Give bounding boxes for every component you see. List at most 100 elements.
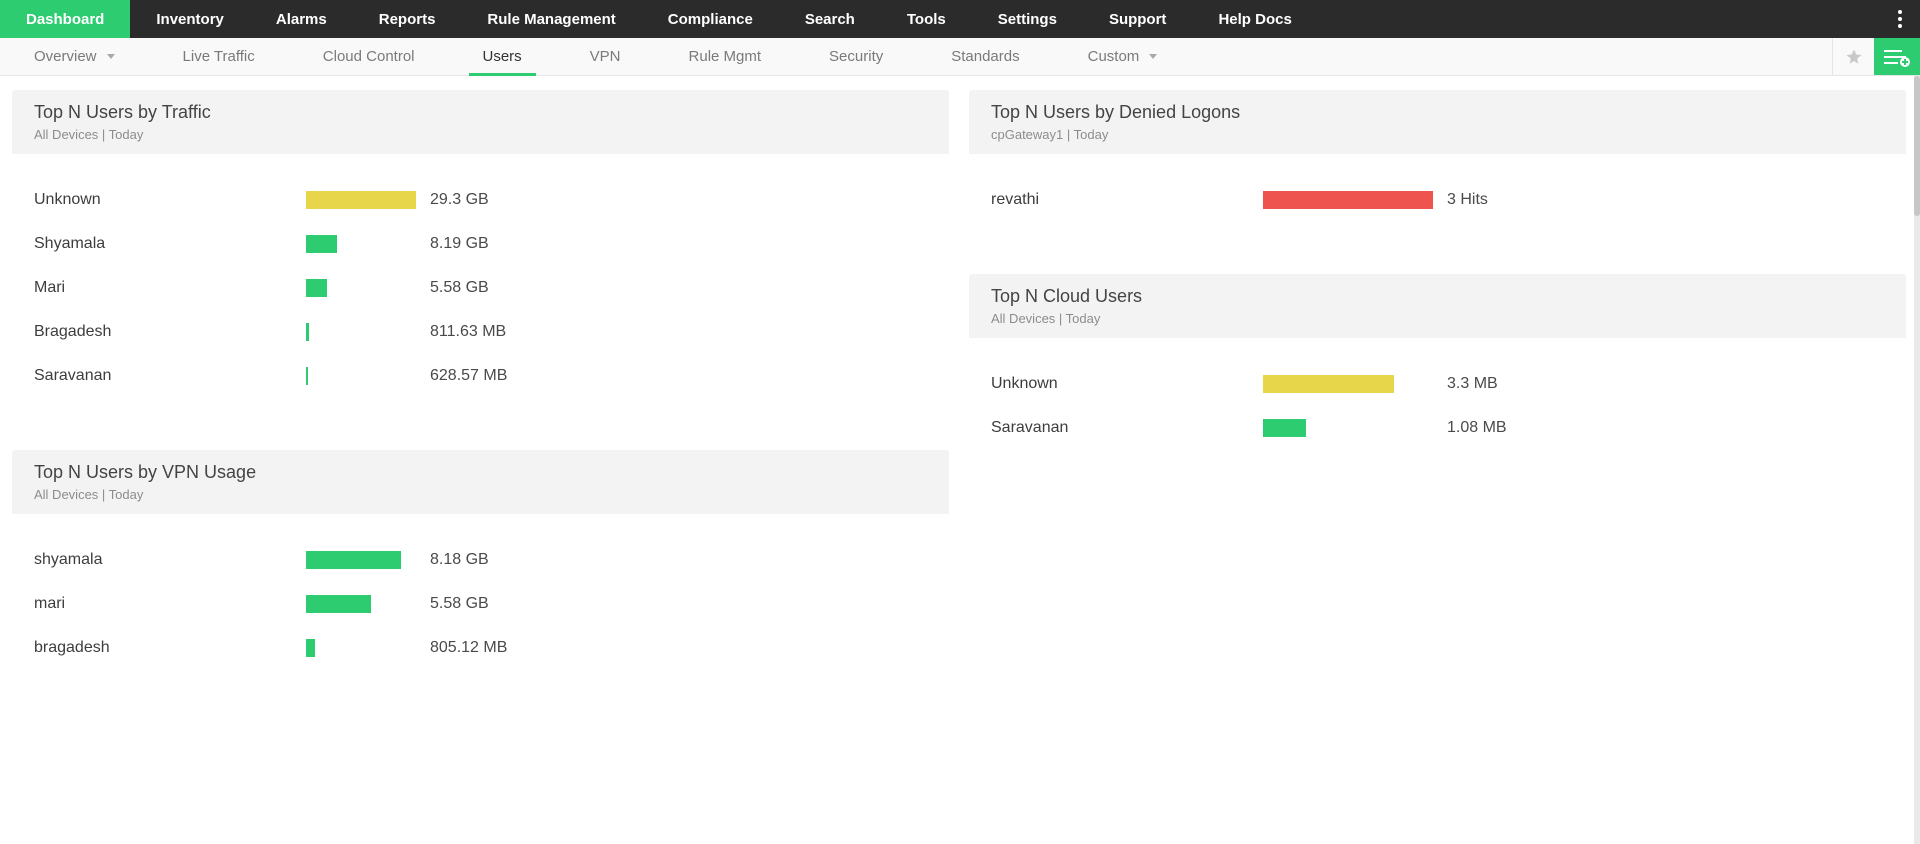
widget-subtitle: All Devices | Today (991, 311, 1884, 326)
tab-vpn[interactable]: VPN (556, 38, 655, 75)
tab-label: Custom (1088, 48, 1140, 65)
chart-row[interactable]: Unknown 3.3 MB (991, 362, 1884, 406)
nav-item-tools[interactable]: Tools (881, 0, 972, 38)
widget-subtitle: All Devices | Today (34, 487, 927, 502)
row-value: 8.18 GB (430, 551, 489, 569)
chart-row[interactable]: Unknown 29.3 GB (34, 178, 927, 222)
tab-label: Live Traffic (183, 48, 255, 65)
nav-item-support[interactable]: Support (1083, 0, 1193, 38)
nav-item-help-docs[interactable]: Help Docs (1192, 0, 1317, 38)
tab-standards[interactable]: Standards (917, 38, 1053, 75)
tab-live-traffic[interactable]: Live Traffic (149, 38, 289, 75)
tab-label: Overview (34, 48, 97, 65)
row-bar (306, 279, 327, 297)
widget-header: Top N Users by Traffic All Devices | Tod… (12, 90, 949, 154)
chart-row[interactable]: Mari 5.58 GB (34, 266, 927, 310)
chevron-down-icon (1149, 54, 1157, 59)
nav-item-dashboard[interactable]: Dashboard (0, 0, 130, 38)
widget-subtitle: cpGateway1 | Today (991, 127, 1884, 142)
tab-security[interactable]: Security (795, 38, 917, 75)
left-column: Top N Users by Traffic All Devices | Tod… (12, 90, 949, 704)
row-bar-wrap (306, 639, 416, 657)
widget-header: Top N Cloud Users All Devices | Today (969, 274, 1906, 338)
row-name: Unknown (34, 191, 306, 209)
widget-top-n-users-by-traffic: Top N Users by Traffic All Devices | Tod… (12, 90, 949, 432)
nav-item-alarms[interactable]: Alarms (250, 0, 353, 38)
nav-item-search[interactable]: Search (779, 0, 881, 38)
row-name: shyamala (34, 551, 306, 569)
nav-item-reports[interactable]: Reports (353, 0, 462, 38)
widget-header: Top N Users by Denied Logons cpGateway1 … (969, 90, 1906, 154)
row-name: bragadesh (34, 639, 306, 657)
chart-row[interactable]: Saravanan1.08 MB (991, 406, 1884, 450)
row-name: Saravanan (34, 367, 306, 385)
row-name: Mari (34, 279, 306, 297)
add-widget-button[interactable] (1874, 38, 1920, 75)
row-value: 29.3 GB (430, 191, 489, 209)
row-bar (306, 639, 315, 657)
nav-item-compliance[interactable]: Compliance (642, 0, 779, 38)
nav-item-settings[interactable]: Settings (972, 0, 1083, 38)
row-value: 628.57 MB (430, 367, 507, 385)
tab-label: Standards (951, 48, 1019, 65)
row-name: Shyamala (34, 235, 306, 253)
dashboard-page: Top N Users by Traffic All Devices | Tod… (0, 76, 1920, 718)
row-value: 3.3 MB (1447, 375, 1498, 393)
row-bar (306, 595, 371, 613)
widget-subtitle: All Devices | Today (34, 127, 927, 142)
row-name: Unknown (991, 375, 1263, 393)
chart-row[interactable]: Bragadesh 811.63 MB (34, 310, 927, 354)
more-menu-button[interactable] (1880, 0, 1920, 38)
widget-header: Top N Users by VPN Usage All Devices | T… (12, 450, 949, 514)
row-bar-wrap (1263, 419, 1433, 437)
favorite-button[interactable] (1832, 38, 1874, 75)
nav-item-inventory[interactable]: Inventory (130, 0, 250, 38)
row-value: 5.58 GB (430, 595, 489, 613)
sub-nav: Overview Live Traffic Cloud Control Users VP… (0, 38, 1920, 76)
tab-label: Cloud Control (323, 48, 415, 65)
nav-item-rule-management[interactable]: Rule Management (461, 0, 641, 38)
widget-top-n-cloud-users: Top N Cloud Users All Devices | Today Un… (969, 274, 1906, 484)
widget-title: Top N Users by Denied Logons (991, 102, 1884, 123)
chart-row[interactable]: Shyamala 8.19 GB (34, 222, 927, 266)
widget-title: Top N Users by VPN Usage (34, 462, 927, 483)
widget-body: shyamala 8.18 GB mari5.58 GBbragadesh805.1… (12, 514, 949, 704)
row-name: revathi (991, 191, 1263, 209)
right-column: Top N Users by Denied Logons cpGateway1 … (969, 90, 1906, 704)
chart-row[interactable]: mari5.58 GB (34, 582, 927, 626)
row-bar-wrap (306, 595, 416, 613)
top-nav: DashboardInventoryAlarmsReportsRule Mana… (0, 0, 1920, 38)
row-value: 3 Hits (1447, 191, 1488, 209)
tab-custom[interactable]: Custom (1054, 38, 1192, 75)
chart-row[interactable]: revathi 3 Hits (991, 178, 1884, 222)
tab-label: Users (483, 48, 522, 65)
row-value: 811.63 MB (430, 323, 506, 341)
row-bar (1263, 375, 1394, 393)
tab-overview[interactable]: Overview (0, 38, 149, 75)
scrollbar-thumb[interactable] (1914, 76, 1920, 216)
row-value: 8.19 GB (430, 235, 489, 253)
row-bar (306, 551, 401, 569)
tab-rule-mgmt[interactable]: Rule Mgmt (655, 38, 796, 75)
tab-users[interactable]: Users (449, 38, 556, 75)
widget-body: Unknown 29.3 GB Shyamala 8.19 GB Mari 5.58 GB… (12, 154, 949, 432)
chart-row[interactable]: shyamala 8.18 GB (34, 538, 927, 582)
row-bar (1263, 419, 1306, 437)
vertical-scrollbar[interactable] (1914, 76, 1920, 844)
sub-nav-actions (1832, 38, 1920, 75)
widget-title: Top N Cloud Users (991, 286, 1884, 307)
tab-label: Rule Mgmt (689, 48, 762, 65)
row-bar (306, 323, 309, 341)
row-bar-wrap (306, 551, 416, 569)
row-bar-wrap (306, 191, 416, 209)
tab-cloud-control[interactable]: Cloud Control (289, 38, 449, 75)
row-bar (306, 235, 337, 253)
row-value: 5.58 GB (430, 279, 489, 297)
row-bar (306, 367, 308, 385)
chart-row[interactable]: Saravanan 628.57 MB (34, 354, 927, 398)
tab-label: Security (829, 48, 883, 65)
nav-spacer (1318, 0, 1880, 38)
row-name: Bragadesh (34, 323, 306, 341)
widget-body: Unknown 3.3 MB Saravanan1.08 MB (969, 338, 1906, 484)
chart-row[interactable]: bragadesh805.12 MB (34, 626, 927, 670)
